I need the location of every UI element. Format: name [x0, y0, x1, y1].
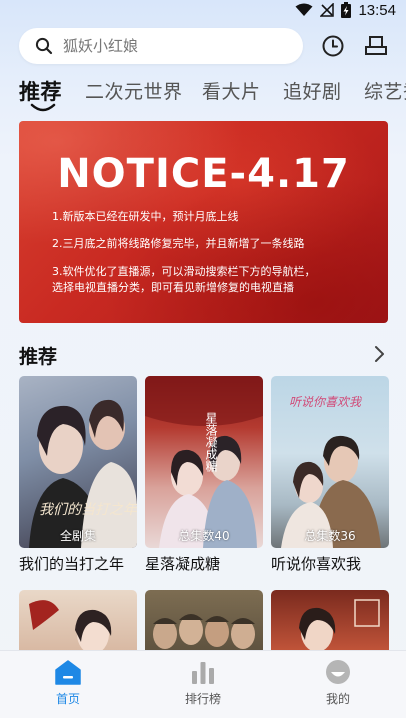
- tab-active-indicator: [30, 103, 56, 112]
- banner-line-2: 2.三月底之前将线路修复完毕，并且新增了一条线路: [52, 237, 305, 250]
- history-clock-icon[interactable]: [321, 34, 345, 58]
- tv-cast-icon[interactable]: [364, 34, 388, 58]
- banner-line-3: 3.软件优化了直播源，可以滑动搜索栏下方的导航栏，: [52, 265, 316, 278]
- poster-card[interactable]: [271, 590, 389, 652]
- banner-title: NOTICE-4.17: [57, 151, 350, 197]
- poster-badge: 全剧集: [59, 529, 96, 543]
- status-icons: 13:54: [295, 0, 396, 20]
- banner-line-4: 选择电视直播分类，即可看见新增修复的电视直播: [52, 281, 294, 294]
- poster-calligraphy: 听说你喜欢我: [289, 395, 362, 409]
- tab-recommend[interactable]: 推荐: [19, 76, 62, 106]
- nav-profile[interactable]: 我的: [298, 659, 378, 707]
- status-time: 13:54: [358, 1, 396, 19]
- status-bar: 13:54: [0, 0, 406, 20]
- no-signal-icon: [320, 3, 335, 17]
- poster-image: [299, 599, 380, 652]
- banner-line-1: 1.新版本已经在研发中，预计月底上线: [52, 210, 239, 223]
- poster-image: [153, 614, 255, 649]
- section-title: 推荐: [19, 346, 58, 368]
- nav-ranking-label: 排行榜: [184, 692, 221, 706]
- home-icon: [55, 660, 81, 685]
- poster-title[interactable]: 我们的当打之年: [19, 553, 124, 574]
- battery-charging-icon: [341, 2, 352, 18]
- tab-movies[interactable]: 看大片: [202, 77, 261, 104]
- poster-card[interactable]: 我们的当打之年 全剧集: [19, 376, 137, 548]
- chevron-right-icon[interactable]: [373, 345, 385, 363]
- poster-card[interactable]: 星落凝成糖 总集数40: [145, 376, 263, 548]
- bar-chart-icon: [192, 662, 214, 684]
- poster-badge: 总集数36: [304, 529, 356, 543]
- wifi-icon: [295, 3, 313, 16]
- poster-card[interactable]: 听说你喜欢我 总集数36: [271, 376, 389, 548]
- search-icon: [35, 37, 53, 55]
- poster-image: 星落凝成糖: [145, 376, 263, 548]
- nav-ranking[interactable]: 排行榜: [163, 659, 243, 707]
- poster-card[interactable]: [19, 590, 137, 652]
- nav-profile-label: 我的: [325, 692, 350, 706]
- nav-home-label: 首页: [55, 692, 80, 706]
- poster-calligraphy: 星落凝成糖: [204, 412, 218, 473]
- tab-variety[interactable]: 综艺秀: [364, 77, 406, 104]
- poster-image: [29, 600, 112, 652]
- tab-anime[interactable]: 二次元世界: [85, 77, 183, 104]
- notice-banner[interactable]: NOTICE-4.17 1.新版本已经在研发中，预计月底上线 2.三月底之前将线…: [19, 121, 388, 323]
- poster-calligraphy: 我们的当打之年: [39, 502, 137, 518]
- tab-dramas[interactable]: 追好剧: [283, 77, 342, 104]
- search-bar[interactable]: [19, 28, 303, 64]
- poster-title[interactable]: 听说你喜欢我: [271, 553, 361, 574]
- bottom-nav: 首页 排行榜 我的: [0, 650, 406, 718]
- nav-home[interactable]: 首页: [28, 659, 108, 707]
- poster-image: 我们的当打之年: [29, 399, 137, 548]
- search-input[interactable]: [63, 37, 283, 55]
- poster-image: 听说你喜欢我: [281, 395, 381, 548]
- poster-badge: 总集数40: [178, 529, 230, 543]
- smiley-profile-icon: [326, 660, 350, 684]
- poster-title[interactable]: 星落凝成糖: [145, 553, 220, 574]
- category-tabs: 推荐 二次元世界 看大片 追好剧 综艺秀: [0, 72, 406, 116]
- poster-card[interactable]: [145, 590, 263, 652]
